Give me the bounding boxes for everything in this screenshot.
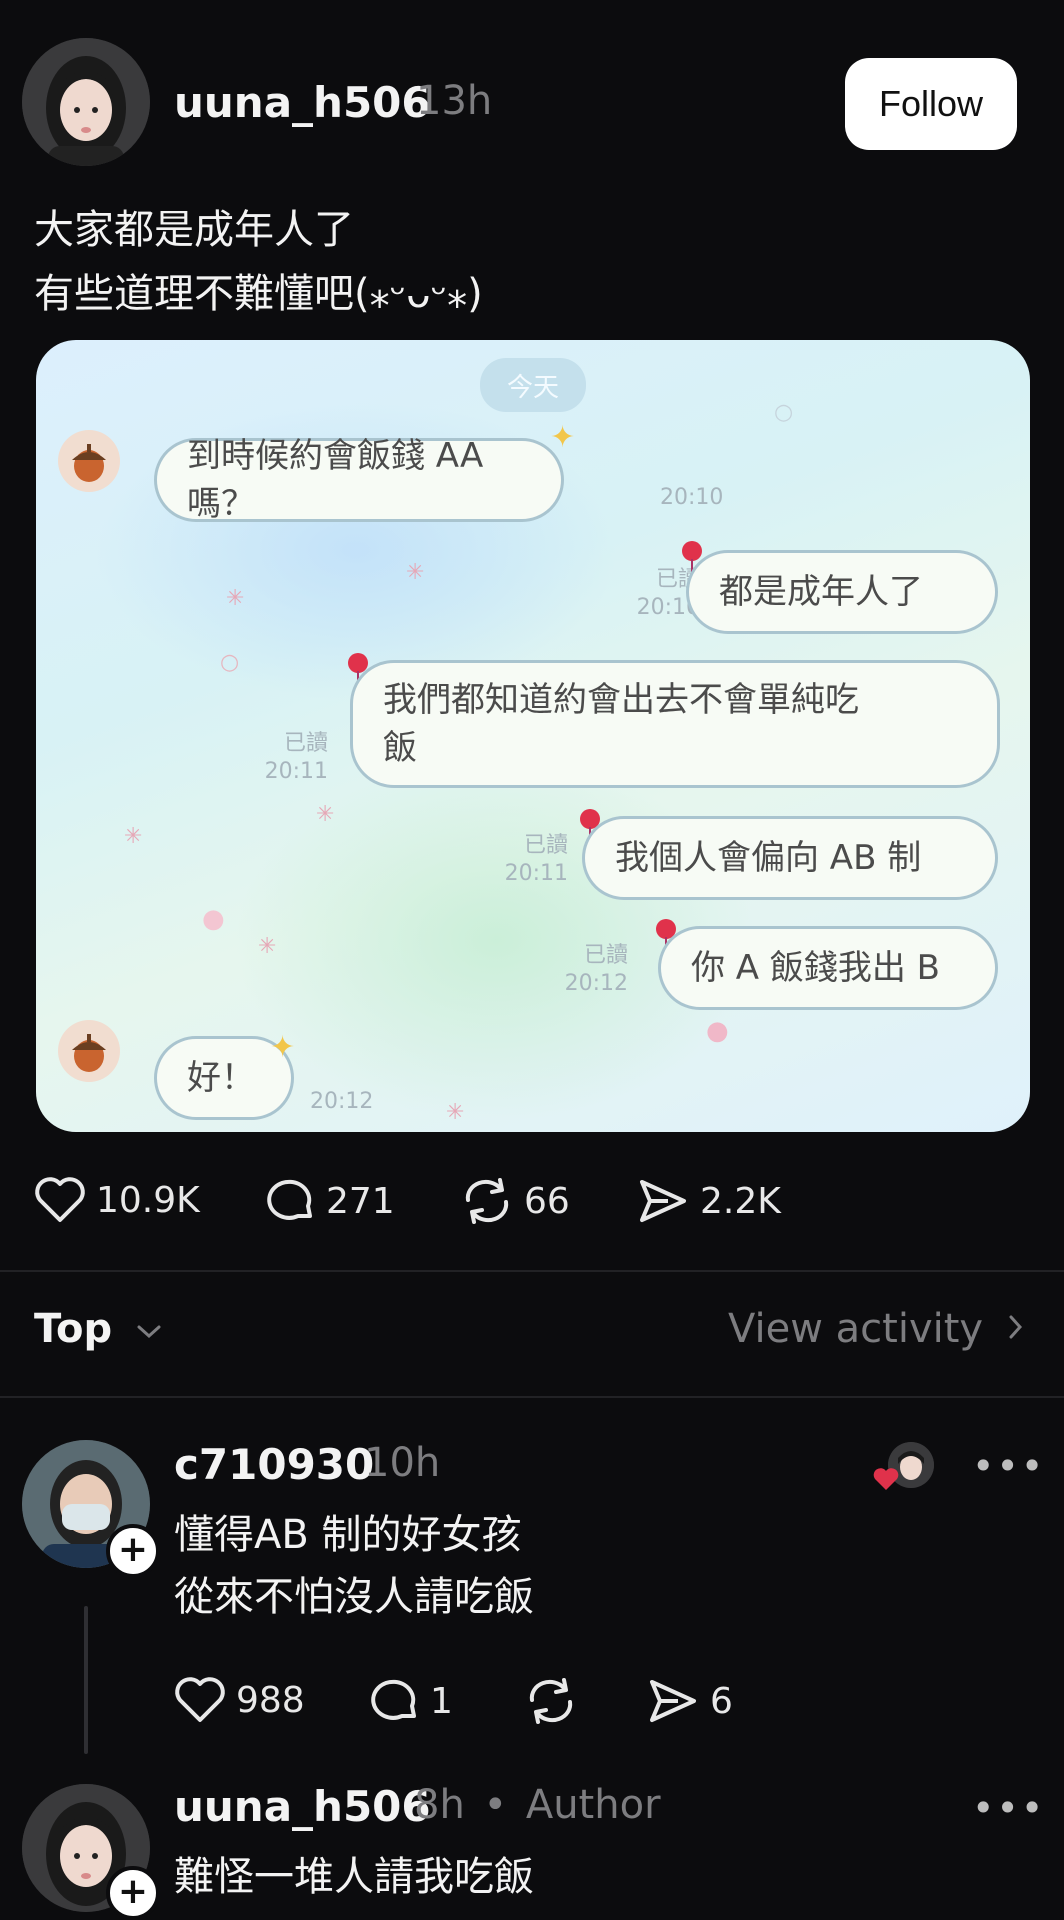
follow-plus-icon[interactable]: + <box>106 1866 160 1920</box>
chat-time: 20:10 <box>660 485 724 510</box>
heart-icon <box>873 1468 899 1490</box>
view-activity-label: View activity <box>728 1306 984 1352</box>
chat-time: 20:10 <box>636 595 700 620</box>
share-count: 6 <box>710 1680 733 1722</box>
chat-screenshot-image[interactable]: ✳ ✳ ✳ ✳ ✳ ✳ ○ ○ ● ● 今天 到時候約會飯錢 AA 嗎？ ✦ 2… <box>36 340 1030 1132</box>
comment-share-button[interactable]: 6 <box>646 1676 733 1726</box>
comment-time: 8h <box>414 1782 465 1828</box>
chat-read-receipt: 已讀 20:12 <box>524 942 628 998</box>
repost-count: 66 <box>524 1180 570 1222</box>
chat-time: 20:12 <box>564 971 628 996</box>
like-button[interactable]: 10.9K <box>34 1176 200 1224</box>
heart-icon <box>35 1177 85 1222</box>
acorn-avatar-icon <box>58 430 120 492</box>
comment-time: 10h <box>364 1440 441 1486</box>
follow-plus-icon[interactable]: + <box>106 1524 160 1578</box>
share-button[interactable]: 2.2K <box>636 1176 781 1226</box>
comment-count: 1 <box>430 1680 453 1722</box>
post-text: 大家都是成年人了 有些道理不難懂吧(⁎ᵕᴗᵕ⁎) <box>34 198 483 326</box>
thread-line <box>84 1606 88 1754</box>
chat-read-receipt: 已讀 20:11 <box>456 832 568 888</box>
comment-text: 難怪一堆人請我吃飯 <box>174 1846 534 1908</box>
chat-bubble-sent: 我個人會偏向 AB 制 <box>582 816 998 900</box>
chat-time: 20:11 <box>504 861 568 886</box>
author-tag: Author <box>525 1782 661 1828</box>
comment-text-line: 懂得AB 制的好女孩 <box>174 1512 522 1558</box>
follow-button[interactable]: Follow <box>845 58 1017 150</box>
heart-icon <box>175 1677 225 1722</box>
sort-dropdown[interactable]: Top <box>34 1306 164 1352</box>
repost-button[interactable]: 66 <box>460 1176 570 1226</box>
meta-separator: • <box>483 1782 508 1828</box>
chat-time: 20:11 <box>264 759 328 784</box>
chat-bubble-sent: 我們都知道約會出去不會單純吃 飯 <box>350 660 1000 788</box>
chat-message-text: 好！ <box>187 1058 255 1098</box>
like-count: 988 <box>236 1679 305 1721</box>
chat-time: 20:12 <box>310 1089 374 1114</box>
chevron-down-icon <box>137 1325 161 1339</box>
comment-button[interactable]: 271 <box>264 1176 395 1226</box>
chat-read-receipt: 已讀 20:11 <box>216 730 328 786</box>
chat-bubble-sent: 都是成年人了 <box>686 550 998 634</box>
liked-by-author-badge <box>873 1442 940 1494</box>
chat-bubble-received: 到時候約會飯錢 AA 嗎？ <box>154 436 564 524</box>
chevron-right-icon <box>1009 1315 1022 1339</box>
chat-day-pill: 今天 <box>480 358 586 412</box>
divider <box>0 1270 1064 1272</box>
comment-text-line: 從來不怕沒人請吃飯 <box>174 1574 534 1620</box>
chat-message-text: 你 A 飯錢我出 B <box>691 948 941 988</box>
comment-meta: 8h • Author <box>414 1782 661 1828</box>
chat-read-receipt: 已讀 20:10 <box>596 566 700 622</box>
like-count: 10.9K <box>96 1179 200 1221</box>
chat-message-text: 我個人會偏向 AB 制 <box>615 838 922 878</box>
comment-count: 271 <box>326 1180 395 1222</box>
repost-icon <box>529 1678 573 1724</box>
read-label: 已讀 <box>523 833 568 858</box>
comment-icon <box>371 1679 416 1720</box>
chat-message-text: 我們都知道約會出去不會單純吃 <box>383 680 859 720</box>
comment-text: 懂得AB 制的好女孩 從來不怕沒人請吃飯 <box>174 1504 534 1628</box>
comment-username[interactable]: c710930 <box>174 1440 374 1489</box>
comment-username[interactable]: uuna_h506 <box>174 1782 431 1831</box>
chat-message-text: 飯 <box>383 728 417 768</box>
comment-repost-button[interactable] <box>524 1676 578 1726</box>
post-username[interactable]: uuna_h506 <box>174 78 431 127</box>
comment-like-button[interactable]: 988 <box>174 1676 305 1724</box>
author-avatar[interactable] <box>22 38 150 166</box>
acorn-avatar-icon <box>58 1020 120 1082</box>
post-time: 13h <box>416 78 493 124</box>
comment-text-line: 難怪一堆人請我吃飯 <box>174 1854 534 1900</box>
read-label: 已讀 <box>583 943 628 968</box>
repost-icon <box>465 1178 509 1224</box>
divider <box>0 1396 1064 1398</box>
read-label: 已讀 <box>283 731 328 756</box>
view-activity-link[interactable]: View activity <box>728 1306 1026 1352</box>
chat-bubble-sent: 你 A 飯錢我出 B <box>658 926 998 1010</box>
chat-message-text: 都是成年人了 <box>719 572 923 612</box>
share-icon <box>650 1680 696 1722</box>
post-text-line: 大家都是成年人了 <box>34 207 354 253</box>
more-options-icon[interactable]: ••• <box>972 1786 1045 1830</box>
post-text-line: 有些道理不難懂吧(⁎ᵕᴗᵕ⁎) <box>34 271 483 317</box>
chat-message-text: 到時候約會飯錢 AA 嗎？ <box>187 436 484 524</box>
share-count: 2.2K <box>700 1180 781 1222</box>
comment-reply-button[interactable]: 1 <box>368 1676 453 1726</box>
comment-icon <box>267 1179 312 1220</box>
share-icon <box>640 1180 686 1222</box>
sort-label: Top <box>34 1306 113 1352</box>
more-options-icon[interactable]: ••• <box>972 1444 1045 1488</box>
